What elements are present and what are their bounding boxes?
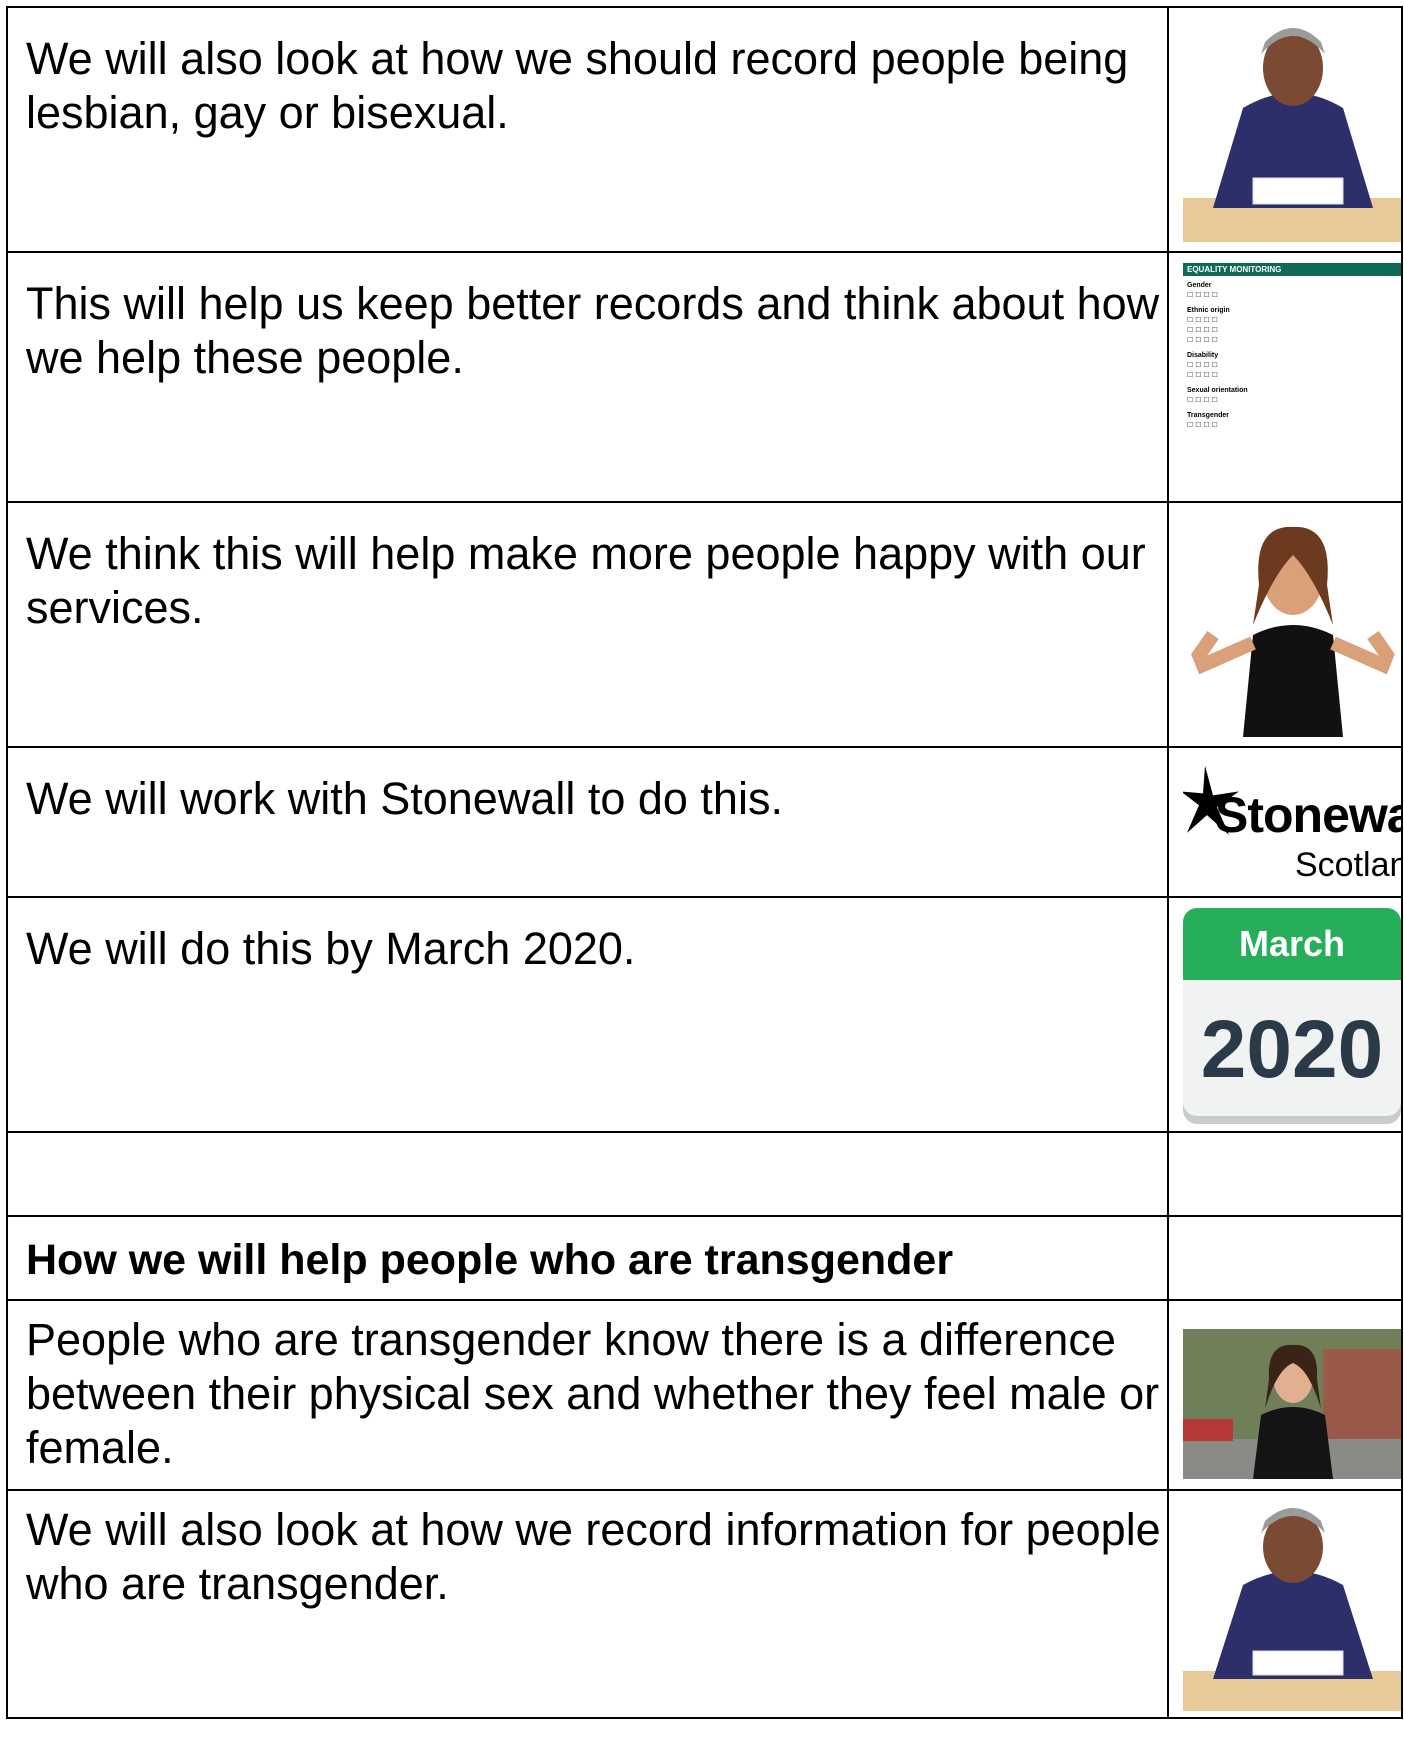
equality-form-image: EQUALITY MONITORING Gender ☐ ☐ ☐ ☐ Ethni… bbox=[1183, 263, 1400, 493]
table-row: How we will help people who are transgen… bbox=[6, 1215, 1403, 1301]
row-text-cell bbox=[6, 1131, 1169, 1217]
logo-name: Stonewall bbox=[1215, 787, 1400, 843]
row-text: People who are transgender know there is… bbox=[26, 1314, 1160, 1473]
form-line: ☐ ☐ ☐ ☐ bbox=[1187, 292, 1218, 299]
table-row: We will also look at how we should recor… bbox=[6, 6, 1403, 253]
row-picture-cell bbox=[1167, 1489, 1403, 1719]
row-text: We will work with Stonewall to do this. bbox=[26, 773, 783, 824]
woman-writing-image bbox=[1183, 18, 1400, 242]
form-section: Ethnic origin bbox=[1187, 307, 1230, 314]
row-picture-cell bbox=[1167, 501, 1403, 748]
row-text: This will help us keep better records an… bbox=[26, 278, 1160, 383]
row-picture-cell bbox=[1167, 6, 1403, 253]
row-text-cell: We will do this by March 2020. bbox=[6, 896, 1169, 1133]
form-line: ☐ ☐ ☐ ☐ bbox=[1187, 422, 1218, 429]
form-line: ☐ ☐ ☐ ☐ bbox=[1187, 397, 1218, 404]
form-line: ☐ ☐ ☐ ☐ bbox=[1187, 337, 1218, 344]
form-title: EQUALITY MONITORING bbox=[1183, 263, 1400, 276]
table-row: People who are transgender know there is… bbox=[6, 1299, 1403, 1491]
form-line: ☐ ☐ ☐ ☐ bbox=[1187, 317, 1218, 324]
row-text-cell: We will also look at how we should recor… bbox=[6, 6, 1169, 253]
woman-writing-image bbox=[1183, 1499, 1400, 1711]
row-picture-cell: March 2020 bbox=[1167, 896, 1403, 1133]
section-heading: How we will help people who are transgen… bbox=[26, 1236, 954, 1284]
calendar-image: March 2020 bbox=[1183, 908, 1400, 1124]
stonewall-logo: Stonewall Scotland bbox=[1183, 749, 1400, 895]
calendar-month: March bbox=[1183, 908, 1400, 980]
table-row: We will do this by March 2020. March 202… bbox=[6, 896, 1403, 1133]
row-text-cell: People who are transgender know there is… bbox=[6, 1299, 1169, 1491]
row-picture-cell: EQUALITY MONITORING Gender ☐ ☐ ☐ ☐ Ethni… bbox=[1167, 251, 1403, 503]
form-line: ☐ ☐ ☐ ☐ bbox=[1187, 362, 1218, 369]
row-text-cell: We will work with Stonewall to do this. bbox=[6, 746, 1169, 898]
row-picture-cell bbox=[1167, 1215, 1403, 1301]
table-row: We think this will help make more people… bbox=[6, 501, 1403, 748]
row-text-cell: We think this will help make more people… bbox=[6, 501, 1169, 748]
row-text: We will also look at how we record infor… bbox=[26, 1504, 1161, 1609]
table-row bbox=[6, 1131, 1403, 1217]
form-section: Sexual orientation bbox=[1187, 387, 1248, 394]
thumbs-up-image bbox=[1183, 515, 1400, 737]
row-picture-cell: Stonewall Scotland bbox=[1167, 746, 1403, 898]
form-section: Gender bbox=[1187, 282, 1212, 289]
form-line: ☐ ☐ ☐ ☐ bbox=[1187, 327, 1218, 334]
form-section: Transgender bbox=[1187, 412, 1230, 419]
row-picture-cell bbox=[1167, 1131, 1403, 1217]
logo-region: Scotland bbox=[1295, 846, 1400, 884]
row-text: We will also look at how we should recor… bbox=[26, 33, 1129, 138]
person-outdoors-image bbox=[1183, 1329, 1400, 1479]
table-row: We will work with Stonewall to do this. … bbox=[6, 746, 1403, 898]
row-text: We think this will help make more people… bbox=[26, 528, 1146, 633]
row-text-cell: We will also look at how we record infor… bbox=[6, 1489, 1169, 1719]
row-picture-cell bbox=[1167, 1299, 1403, 1491]
row-text-cell: How we will help people who are transgen… bbox=[6, 1215, 1169, 1301]
form-line: ☐ ☐ ☐ ☐ bbox=[1187, 372, 1218, 379]
row-text: We will do this by March 2020. bbox=[26, 923, 636, 974]
easy-read-table: We will also look at how we should recor… bbox=[6, 6, 1403, 1719]
table-row: We will also look at how we record infor… bbox=[6, 1489, 1403, 1719]
row-text-cell: This will help us keep better records an… bbox=[6, 251, 1169, 503]
calendar-year: 2020 bbox=[1183, 980, 1400, 1124]
form-section: Disability bbox=[1187, 352, 1219, 359]
table-row: This will help us keep better records an… bbox=[6, 251, 1403, 503]
